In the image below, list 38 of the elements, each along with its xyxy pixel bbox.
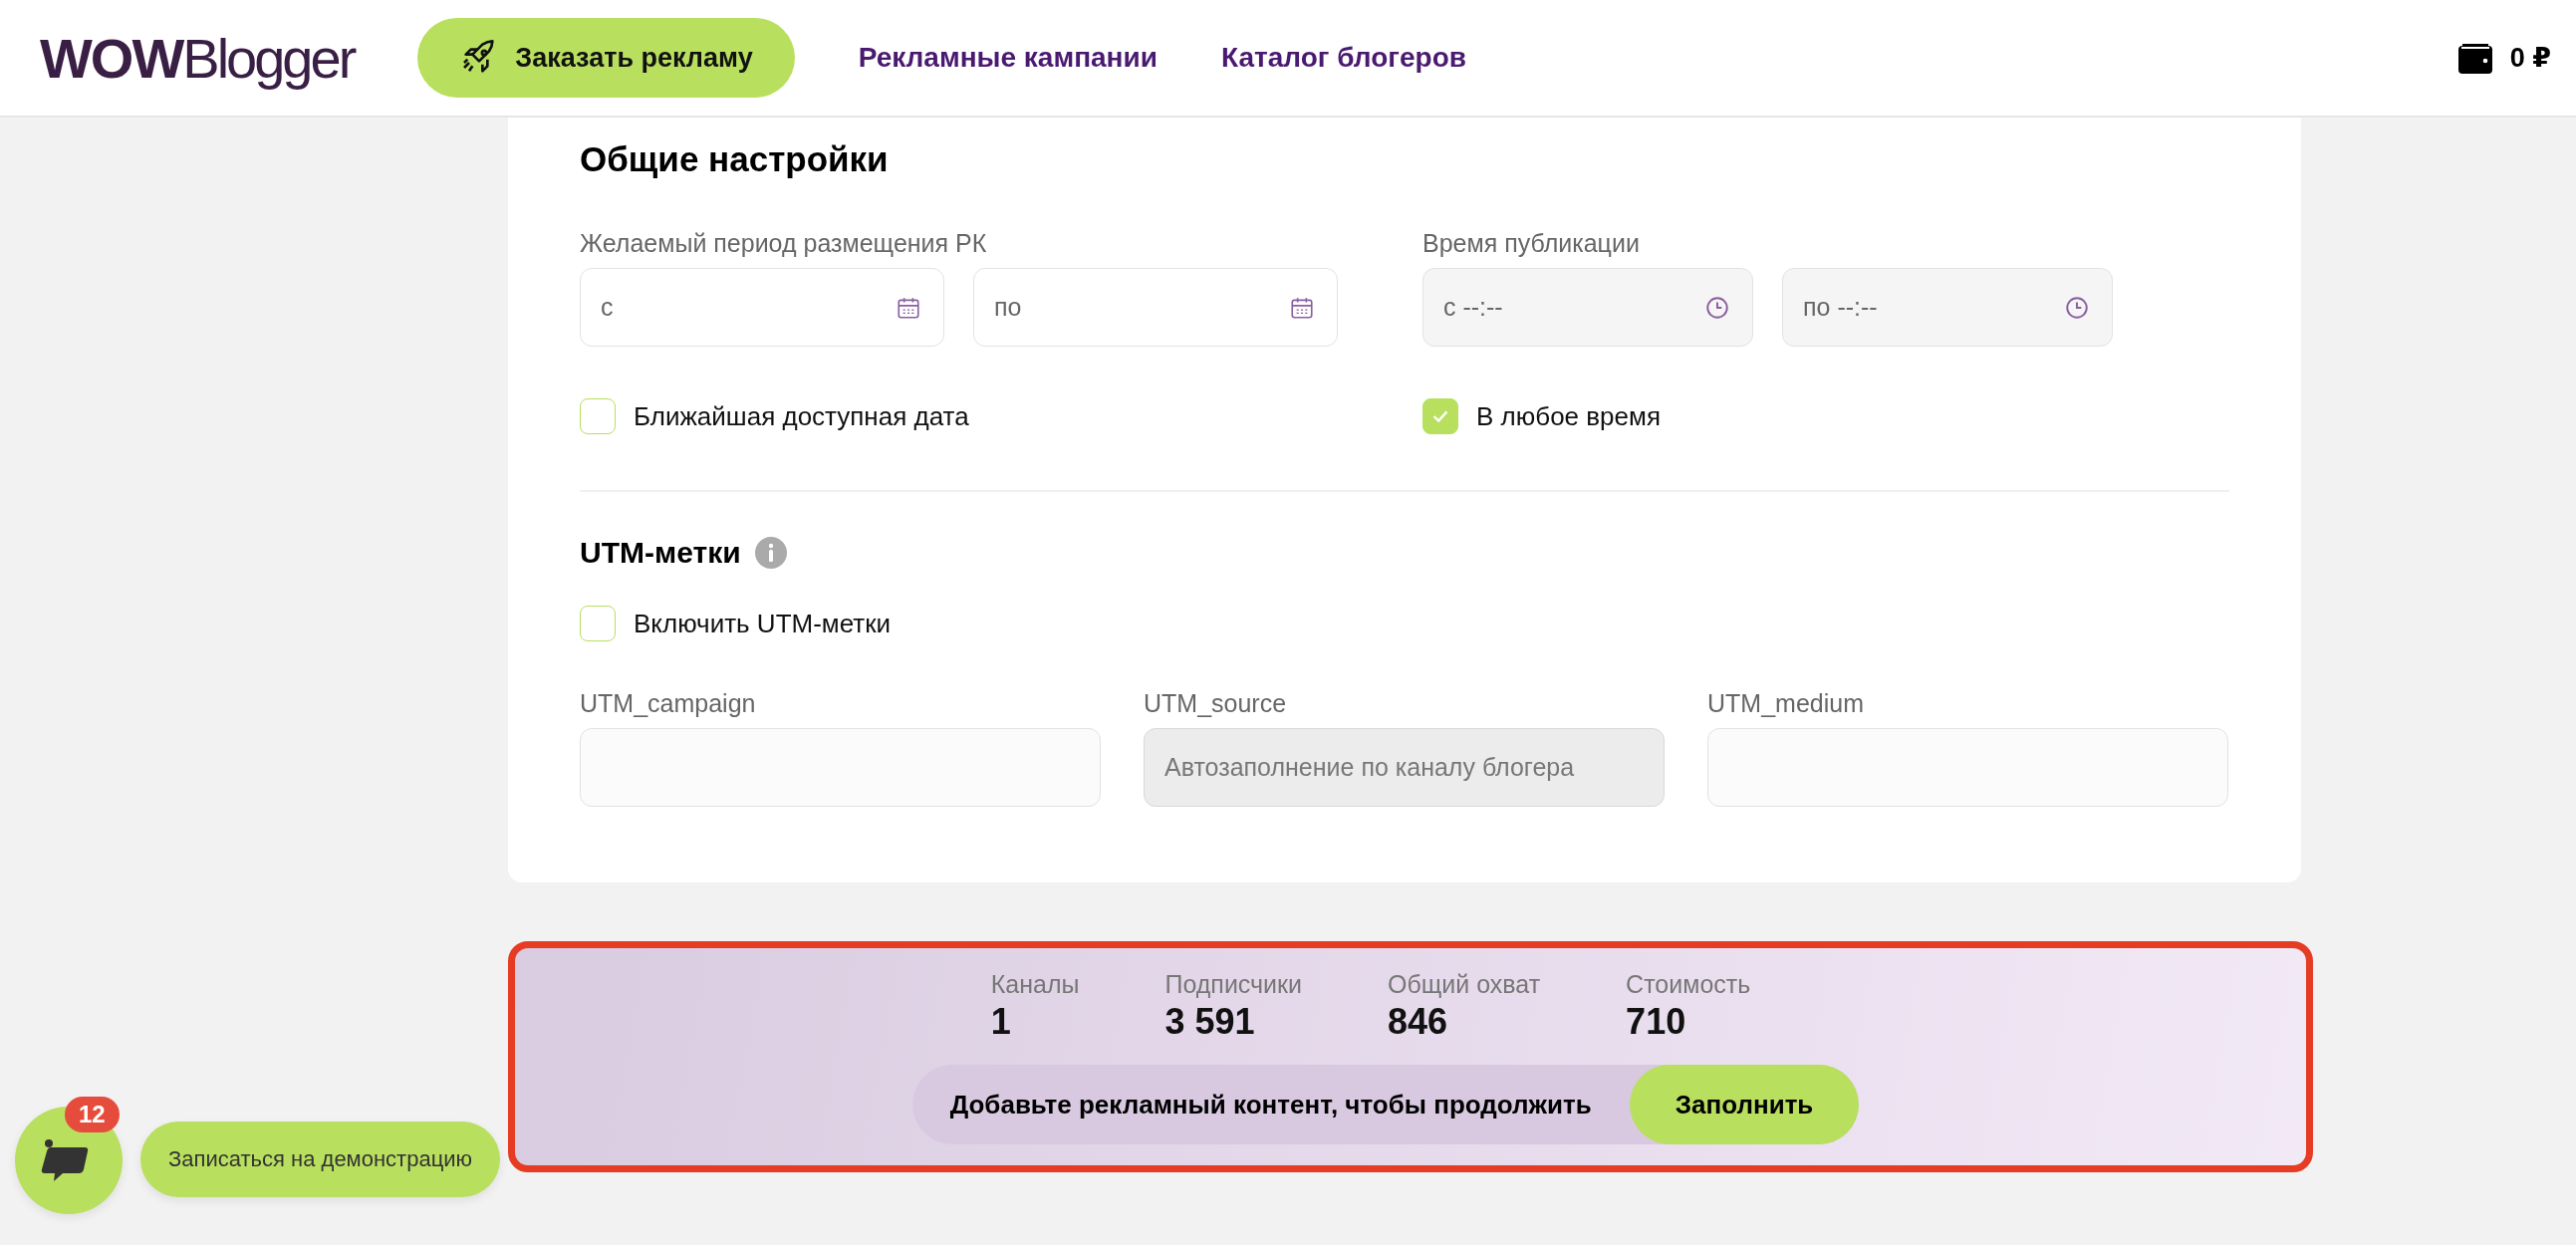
stat-value: 1	[990, 1001, 1012, 1043]
fill-button[interactable]: Заполнить	[1629, 1065, 1860, 1144]
checkbox-label: Ближайшая доступная дата	[634, 400, 969, 432]
checkbox[interactable]	[580, 606, 616, 641]
date-field[interactable]: с	[580, 268, 944, 347]
utm-input-field[interactable]	[580, 728, 1101, 807]
order-ad-button[interactable]: Заказать рекламу	[417, 18, 795, 98]
stat-label: Каналы	[990, 970, 1080, 999]
field-label: Желаемый период размещения РК	[580, 229, 988, 258]
clock-icon	[2064, 294, 2090, 321]
checkbox[interactable]	[1422, 398, 1458, 434]
stat-label: Стоимость	[1626, 970, 1751, 999]
section-title: Общие настройки	[580, 139, 890, 179]
field-label: UTM_campaign	[580, 689, 757, 718]
stat-value: 710	[1626, 1001, 1687, 1043]
info-icon[interactable]	[754, 537, 787, 569]
field-label: UTM_source	[1144, 689, 1288, 718]
field-label: Время публикации	[1422, 229, 1641, 258]
nav-link[interactable]: Рекламные кампании	[858, 42, 1158, 74]
balance-amount: 0 ₽	[2509, 42, 2551, 74]
notification-badge: 12	[65, 1097, 120, 1132]
checkbox[interactable]	[580, 398, 616, 434]
nav-link[interactable]: Каталог блогеров	[1220, 42, 1466, 74]
message-text: Добавьте рекламный контент, чтобы продолжить	[949, 1089, 1592, 1120]
demo-signup-button[interactable]: Записаться на демонстрацию	[140, 1121, 501, 1197]
checkbox-label: В любое время	[1476, 400, 1661, 432]
logo[interactable]: WOWBlogger	[40, 25, 355, 91]
stat-value: 3 591	[1164, 1001, 1256, 1043]
stat-label: Общий охват	[1387, 970, 1541, 999]
date-field[interactable]: по	[973, 268, 1338, 347]
field-label: UTM_medium	[1707, 689, 1865, 718]
section-title: UTM-метки	[580, 536, 741, 570]
utm-input-field[interactable]	[1707, 728, 2228, 807]
clock-icon	[1704, 294, 1730, 321]
stat-label: Подписчики	[1164, 970, 1302, 999]
wallet-icon[interactable]	[2457, 42, 2492, 74]
checkbox-label: Включить UTM-метки	[634, 608, 892, 639]
stat-value: 846	[1387, 1001, 1449, 1043]
